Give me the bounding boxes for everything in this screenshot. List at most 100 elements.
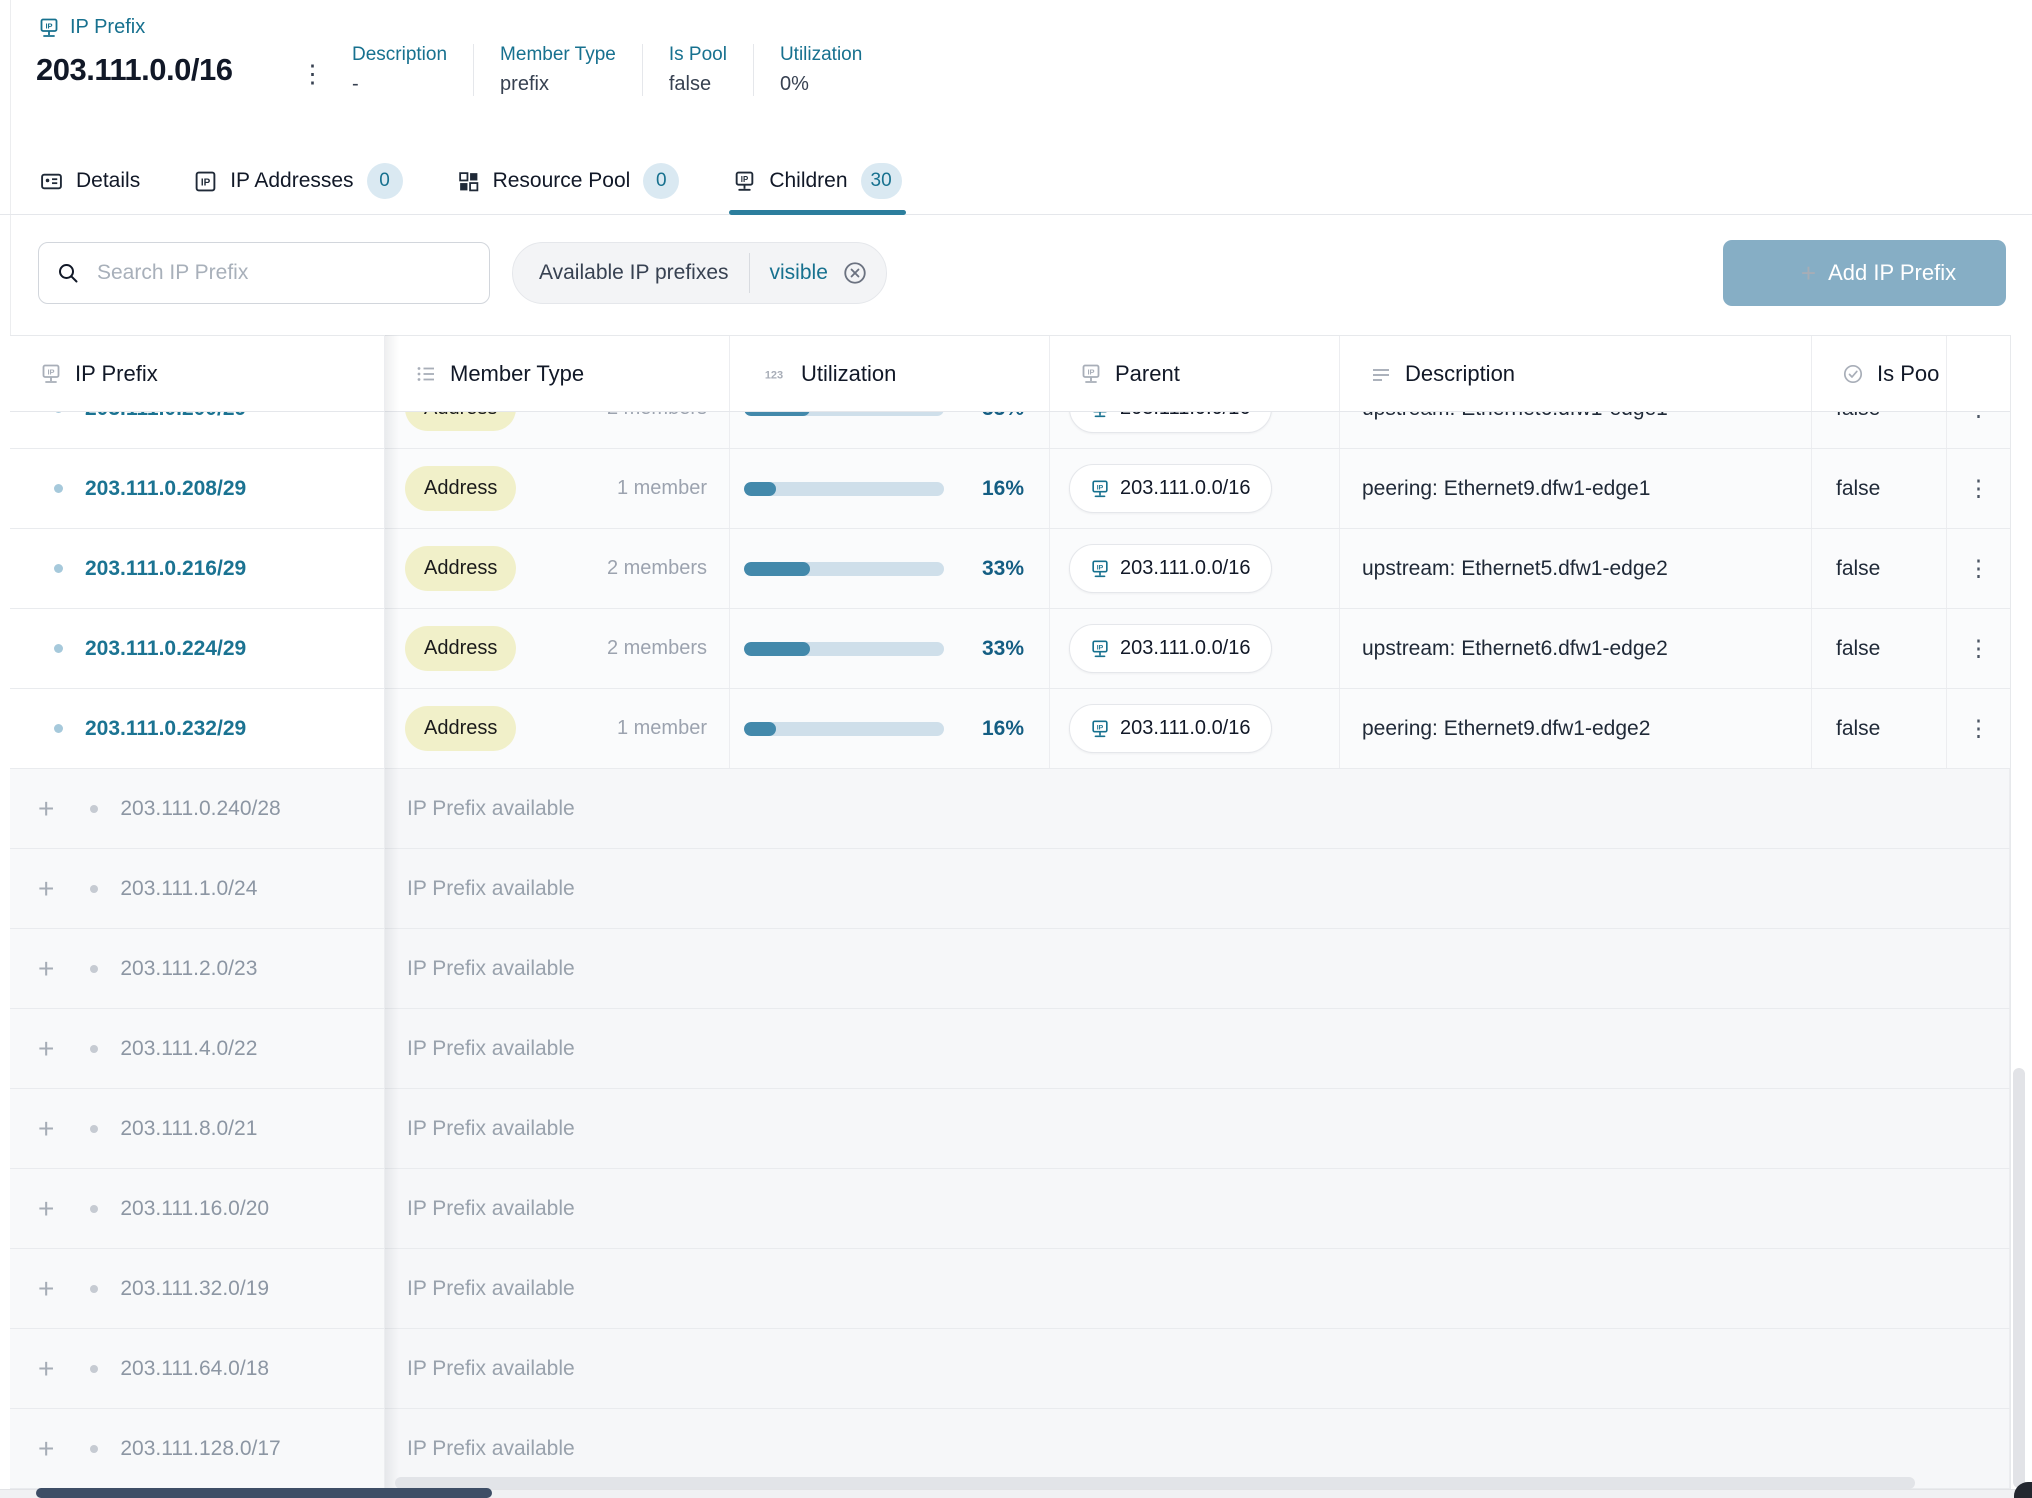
page-title: 203.111.0.0/16 — [36, 52, 232, 88]
available-prefix-row: + 203.111.2.0/23 IP Prefix available — [10, 929, 2010, 1009]
children-table: IP IP Prefix Member Type 123 Utilization… — [10, 335, 2011, 1490]
available-label: IP Prefix available — [385, 877, 575, 901]
table-row[interactable]: 203.111.0.224/29 Address 2 members 33% I… — [10, 609, 2010, 689]
summary-stats: Description - Member Type prefix Is Pool… — [352, 44, 888, 96]
column-header-utilization[interactable]: 123 Utilization — [730, 336, 1050, 411]
stat-value: false — [669, 73, 727, 96]
utilization-bar — [744, 562, 944, 576]
add-prefix-plus-icon[interactable]: + — [38, 1275, 54, 1303]
parent-prefix: 203.111.0.0/16 — [1120, 477, 1251, 500]
parent-prefix: 203.111.0.0/16 — [1120, 717, 1251, 740]
utilization-percent: 33% — [982, 637, 1024, 661]
available-label: IP Prefix available — [385, 1037, 575, 1061]
tab-bar: Details IP IP Addresses 0 Resource Pool … — [0, 148, 2032, 215]
filter-divider — [749, 253, 750, 293]
status-dot — [54, 644, 63, 653]
search-icon — [56, 261, 80, 285]
list-icon — [415, 363, 437, 385]
available-prefix: 203.111.16.0/20 — [120, 1197, 269, 1221]
prefix-link[interactable]: 203.111.0.208/29 — [85, 477, 246, 501]
column-header-label: Description — [1405, 361, 1515, 387]
stat-label: Description — [352, 44, 447, 66]
utilization-percent: 16% — [982, 717, 1024, 741]
available-prefix: 203.111.2.0/23 — [120, 957, 257, 981]
prefix-link[interactable]: 203.111.0.232/29 — [85, 717, 246, 741]
available-prefix: 203.111.64.0/18 — [120, 1357, 269, 1381]
description-cell: upstream: Ethernet5.dfw1-edge2 — [1340, 529, 1812, 608]
add-prefix-plus-icon[interactable]: + — [38, 1115, 54, 1143]
tab-resource-pool[interactable]: Resource Pool 0 — [457, 148, 680, 214]
stat-label: Member Type — [500, 44, 616, 66]
parent-pill[interactable]: IP 203.111.0.0/16 — [1069, 704, 1272, 753]
table-row[interactable]: 203.111.0.232/29 Address 1 member 16% IP… — [10, 689, 2010, 769]
tab-count-badge: 0 — [643, 163, 679, 199]
column-header-is-pool[interactable]: Is Pool — [1812, 336, 1947, 411]
close-circle-icon[interactable] — [842, 260, 868, 286]
is-pool-cell: false — [1812, 529, 1947, 608]
filter-value: visible — [770, 261, 828, 285]
available-prefix-row: + 203.111.32.0/19 IP Prefix available — [10, 1249, 2010, 1329]
add-prefix-plus-icon[interactable]: + — [38, 1355, 54, 1383]
utilization-percent: 33% — [982, 557, 1024, 581]
column-header-parent[interactable]: IP Parent — [1050, 336, 1340, 411]
tab-count-badge: 30 — [861, 163, 902, 199]
table-row[interactable]: 203.111.0.208/29 Address 1 member 16% IP… — [10, 449, 2010, 529]
parent-pill[interactable]: IP 203.111.0.0/16 — [1069, 464, 1272, 513]
member-type-badge: Address — [405, 546, 516, 591]
status-dot — [90, 805, 98, 813]
column-header-member-type[interactable]: Member Type — [385, 336, 730, 411]
row-kebab-menu[interactable]: ⋮ — [1967, 717, 1990, 740]
parent-pill[interactable]: IP 203.111.0.0/16 — [1069, 624, 1272, 673]
column-header-ip-prefix[interactable]: IP IP Prefix — [10, 336, 385, 411]
add-prefix-plus-icon[interactable]: + — [38, 1035, 54, 1063]
status-dot — [90, 1285, 98, 1293]
available-prefix-row: + 203.111.4.0/22 IP Prefix available — [10, 1009, 2010, 1089]
vertical-scrollbar-thumb[interactable] — [2013, 1068, 2025, 1488]
prefix-link[interactable]: 203.111.0.216/29 — [85, 557, 246, 581]
stat-label: Utilization — [780, 44, 862, 66]
add-prefix-plus-icon[interactable]: + — [38, 1435, 54, 1463]
stat-value: prefix — [500, 73, 616, 96]
add-prefix-plus-icon[interactable]: + — [38, 1195, 54, 1223]
description-cell: peering: Ethernet9.dfw1-edge2 — [1340, 689, 1812, 768]
svg-text:IP: IP — [1097, 564, 1104, 571]
parent-prefix: 203.111.0.0/16 — [1120, 557, 1251, 580]
add-prefix-plus-icon[interactable]: + — [38, 955, 54, 983]
available-prefix-row: + 203.111.16.0/20 IP Prefix available — [10, 1169, 2010, 1249]
add-prefix-plus-icon[interactable]: + — [38, 875, 54, 903]
parent-pill[interactable]: IP 203.111.0.0/16 — [1069, 544, 1272, 593]
row-kebab-menu[interactable]: ⋮ — [1967, 637, 1990, 660]
tab-ip-addresses[interactable]: IP IP Addresses 0 — [194, 148, 402, 214]
tab-details[interactable]: Details — [40, 148, 140, 214]
page-horizontal-scrollbar-thumb[interactable] — [36, 1488, 492, 1498]
status-dot — [54, 564, 63, 573]
row-kebab-menu[interactable]: ⋮ — [1967, 557, 1990, 580]
breadcrumb[interactable]: IP IP Prefix — [38, 16, 145, 39]
column-header-description[interactable]: Description — [1340, 336, 1812, 411]
check-circle-icon — [1842, 363, 1864, 385]
member-type-badge: Address — [405, 466, 516, 511]
plus-icon: + — [1801, 260, 1816, 286]
utilization-percent: 16% — [982, 477, 1024, 501]
prefix-link[interactable]: 203.111.0.224/29 — [85, 637, 246, 661]
search-input[interactable] — [38, 242, 490, 304]
prefix-icon: IP — [1090, 559, 1110, 579]
title-kebab-menu[interactable]: ⋮ — [300, 58, 325, 91]
tab-children[interactable]: IP Children 30 — [733, 148, 901, 214]
table-horizontal-scrollbar-thumb[interactable] — [395, 1477, 1915, 1489]
filter-chip[interactable]: Available IP prefixes visible — [512, 242, 887, 304]
table-row[interactable]: 203.111.0.216/29 Address 2 members 33% I… — [10, 529, 2010, 609]
utilization-bar — [744, 642, 944, 656]
available-prefix-row: + 203.111.0.240/28 IP Prefix available — [10, 769, 2010, 849]
is-pool-cell: false — [1812, 689, 1947, 768]
table-header: IP IP Prefix Member Type 123 Utilization… — [10, 335, 2010, 412]
column-header-label: Utilization — [801, 361, 896, 387]
add-prefix-plus-icon[interactable]: + — [38, 795, 54, 823]
description-cell: upstream: Ethernet6.dfw1-edge2 — [1340, 609, 1812, 688]
status-dot — [90, 1205, 98, 1213]
available-label: IP Prefix available — [385, 1437, 575, 1461]
row-kebab-menu[interactable]: ⋮ — [1967, 477, 1990, 500]
add-ip-prefix-button[interactable]: + Add IP Prefix — [1723, 240, 2006, 306]
status-dot — [90, 1125, 98, 1133]
stat-value: - — [352, 73, 447, 96]
